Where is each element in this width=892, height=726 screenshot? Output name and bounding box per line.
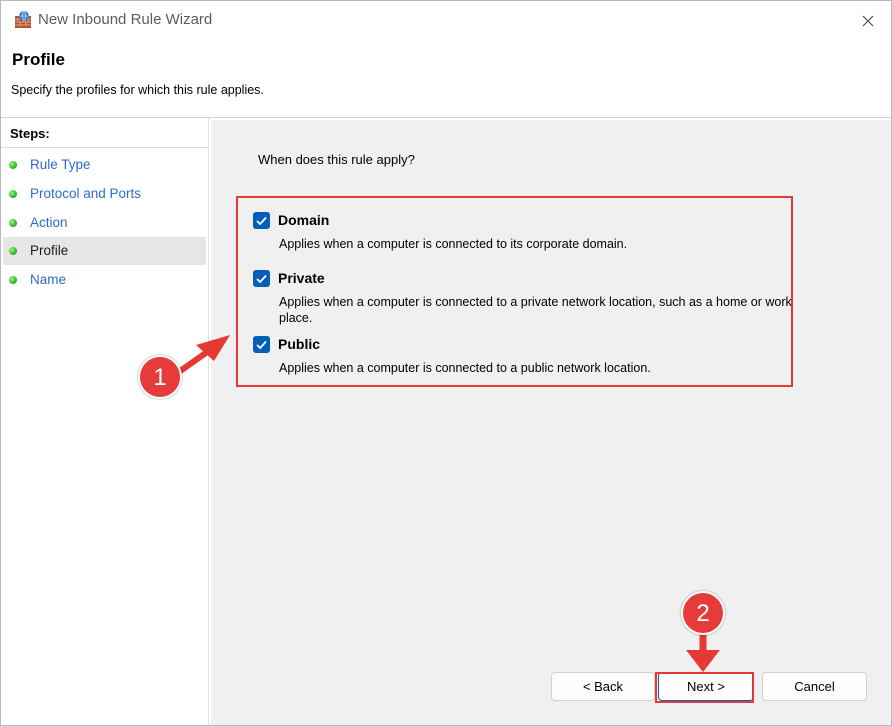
steps-pane: Steps: Rule Type Protocol and Ports Acti…: [1, 118, 209, 725]
step-bullet-icon: [9, 161, 17, 169]
step-label: Name: [30, 272, 67, 287]
step-bullet-icon: [9, 276, 17, 284]
firewall-icon: [13, 10, 33, 30]
page-subtitle: Specify the profiles for which this rule…: [11, 83, 264, 97]
step-rule-type[interactable]: Rule Type: [3, 151, 206, 179]
wizard-header: Profile Specify the profiles for which t…: [1, 41, 891, 118]
step-label: Rule Type: [30, 157, 91, 172]
window-title: New Inbound Rule Wizard: [38, 11, 213, 28]
annotation-marker-2: 2: [681, 591, 725, 635]
steps-heading-label: Steps:: [10, 126, 50, 141]
title-bar: New Inbound Rule Wizard: [1, 1, 891, 41]
step-bullet-icon: [9, 247, 17, 255]
steps-heading: Steps:: [1, 118, 208, 148]
profiles-highlight-box: [236, 196, 793, 387]
step-name[interactable]: Name: [3, 266, 206, 294]
step-action[interactable]: Action: [3, 209, 206, 237]
annotation-marker-1: 1: [138, 355, 182, 399]
marker-number: 1: [153, 364, 167, 391]
step-profile[interactable]: Profile: [3, 237, 206, 265]
step-label: Profile: [30, 243, 69, 258]
step-label: Action: [30, 215, 68, 230]
step-bullet-icon: [9, 219, 17, 227]
close-icon: [862, 15, 874, 27]
step-protocol-and-ports[interactable]: Protocol and Ports: [3, 180, 206, 208]
marker-number: 2: [696, 600, 710, 627]
question-label: When does this rule apply?: [258, 152, 415, 167]
step-bullet-icon: [9, 190, 17, 198]
back-button[interactable]: < Back: [551, 672, 655, 701]
cancel-button[interactable]: Cancel: [762, 672, 867, 701]
page-title: Profile: [12, 50, 65, 69]
close-button[interactable]: [851, 5, 885, 37]
step-label: Protocol and Ports: [30, 186, 142, 201]
next-highlight-box: [655, 672, 754, 703]
